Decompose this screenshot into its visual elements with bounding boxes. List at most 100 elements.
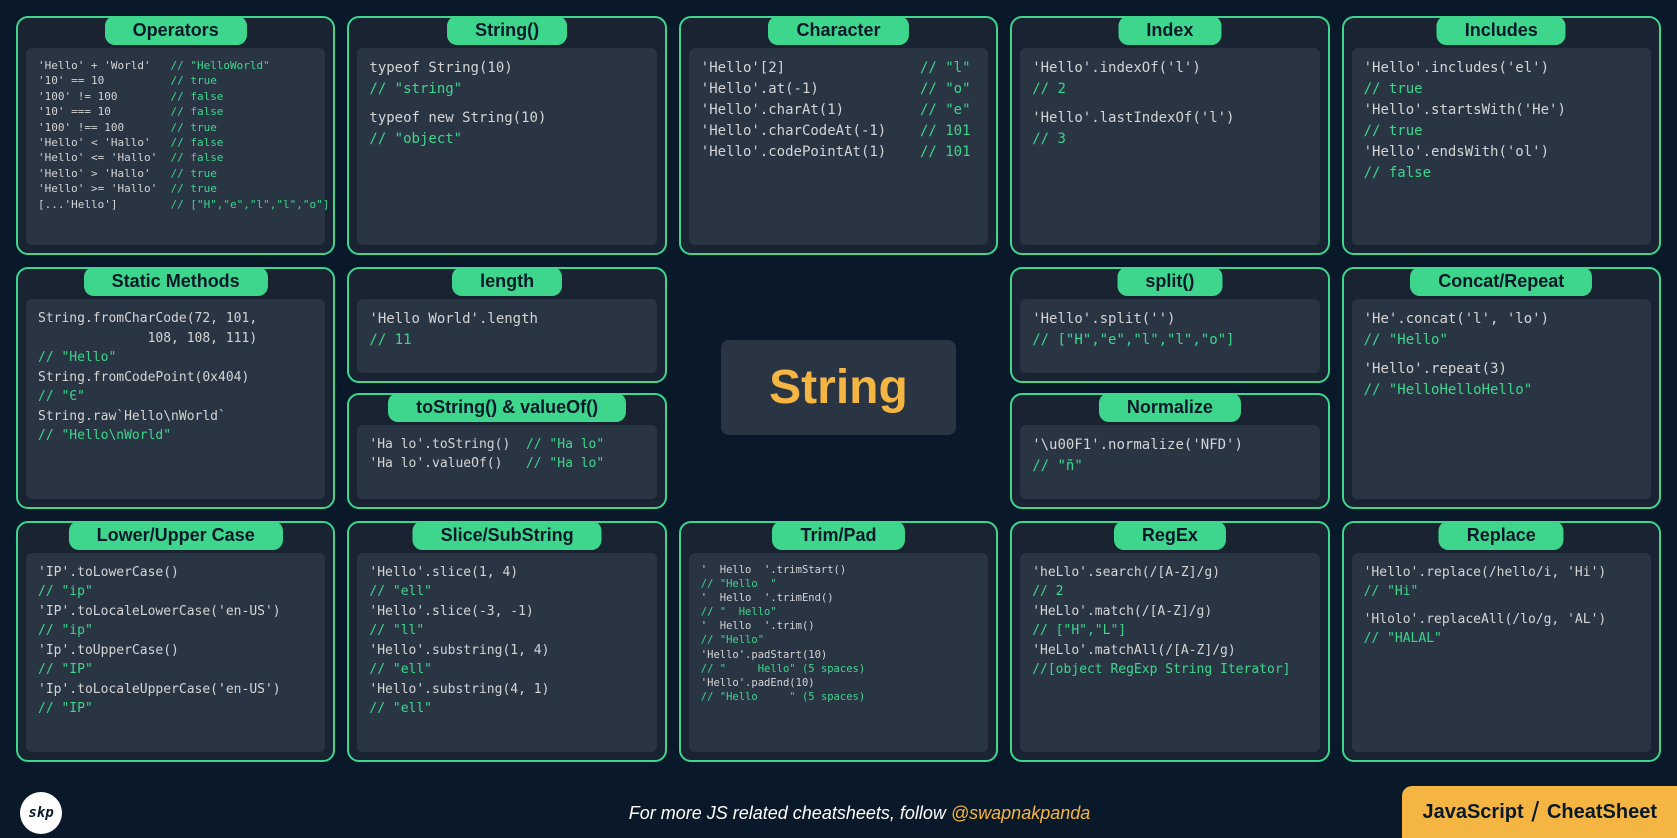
code-line: // true xyxy=(1364,79,1639,100)
card-title: Slice/SubString xyxy=(413,521,602,550)
footer: skp For more JS related cheatsheets, fol… xyxy=(0,788,1677,838)
card-title: Operators xyxy=(105,16,247,45)
code-line: // "string" xyxy=(369,79,644,100)
card-body: String.fromCharCode(72, 101, 108, 108, 1… xyxy=(26,299,325,498)
code-line: // "IP" xyxy=(38,699,313,719)
code-line: 'HeLlo'.matchAll(/[A-Z]/g) xyxy=(1032,641,1307,661)
card-body: 'IP'.toLowerCase()// "ip"'IP'.toLocaleLo… xyxy=(26,553,325,752)
code-line: // true xyxy=(1364,121,1639,142)
card-static-methods: Static Methods String.fromCharCode(72, 1… xyxy=(16,267,335,508)
code-line: // "object" xyxy=(369,129,644,150)
code-line: // "Hello" xyxy=(701,633,976,647)
card-string-ctor: String() typeof String(10)// "string"typ… xyxy=(347,16,666,255)
card-character: Character 'Hello'[2] // "l"'Hello'.at(-1… xyxy=(679,16,998,255)
code-line: // "ip" xyxy=(38,582,313,602)
code-line: // 3 xyxy=(1032,129,1307,150)
code-line: '100' != 100 // false xyxy=(38,89,313,104)
card-title: String() xyxy=(447,16,567,45)
author-logo: skp xyxy=(20,792,62,834)
code-line: // "Hello " xyxy=(701,577,976,591)
code-line: 'Hello'.replace(/hello/i, 'Hi') xyxy=(1364,563,1639,583)
code-line: 'Hello'.padStart(10) xyxy=(701,648,976,662)
code-line: // " Hello" xyxy=(701,605,976,619)
code-line: 'Hello' + 'World' // "HelloWorld" xyxy=(38,58,313,73)
card-title: Index xyxy=(1118,16,1221,45)
card-regex: RegEx 'heLlo'.search(/[A-Z]/g)// 2'HeLlo… xyxy=(1010,521,1329,762)
code-line: String.fromCodePoint(0x404) xyxy=(38,368,313,388)
main-title: String xyxy=(721,340,956,435)
card-body: ' Hello '.trimStart()// "Hello " ' Hello … xyxy=(689,553,988,752)
card-title: split() xyxy=(1117,267,1222,296)
code-line: 'Hello'.includes('el') xyxy=(1364,58,1639,79)
card-title: Static Methods xyxy=(84,267,268,296)
code-line: 'Hello'.indexOf('l') xyxy=(1032,58,1307,79)
card-concat: Concat/Repeat 'He'.concat('l', 'lo')// "… xyxy=(1342,267,1661,508)
card-operators: Operators 'Hello' + 'World' // "HelloWor… xyxy=(16,16,335,255)
code-line: // "Hello" xyxy=(38,348,313,368)
code-line: ' Hello '.trim() xyxy=(701,619,976,633)
card-length: length 'Hello World'.length// 11 xyxy=(347,267,666,383)
code-line: //[object RegExp String Iterator] xyxy=(1032,660,1307,680)
badge-slash: / xyxy=(1524,796,1547,827)
code-line: // "Є" xyxy=(38,387,313,407)
code-line: 'Hello'.lastIndexOf('l') xyxy=(1032,108,1307,129)
code-line: // "Hello" xyxy=(1364,330,1639,351)
code-line: // "ell" xyxy=(369,660,644,680)
card-body: 'Ha lo'.toString() // "Ha lo"'Ha lo'.val… xyxy=(357,425,656,499)
code-line: 'Ip'.toUpperCase() xyxy=(38,641,313,661)
code-line: 'Hello'.startsWith('He') xyxy=(1364,100,1639,121)
code-line: '\u00F1'.normalize('NFD') xyxy=(1032,435,1307,456)
code-line: 'He'.concat('l', 'lo') xyxy=(1364,309,1639,330)
card-body: 'Hello'.replace(/hello/i, 'Hi')// "Hi"'H… xyxy=(1352,553,1651,752)
card-body: typeof String(10)// "string"typeof new S… xyxy=(357,48,656,245)
code-line: 'Hello' < 'Hallo' // false xyxy=(38,135,313,150)
code-line: // " Hello" (5 spaces) xyxy=(701,662,976,676)
code-line: 'Ha lo'.toString() // "Ha lo" xyxy=(369,435,644,455)
code-line: 'Hello'.repeat(3) xyxy=(1364,359,1639,380)
card-split: split() 'Hello'.split('')// ["H","e","l"… xyxy=(1010,267,1329,383)
code-line: 'Hello'.substring(1, 4) xyxy=(369,641,644,661)
card-title: Includes xyxy=(1437,16,1566,45)
card-body: 'Hello'.indexOf('l')// 2 'Hello'.lastInde… xyxy=(1020,48,1319,245)
code-line: ' Hello '.trimStart() xyxy=(701,563,976,577)
code-line: // "ip" xyxy=(38,621,313,641)
card-title: Lower/Upper Case xyxy=(69,521,283,550)
card-slice: Slice/SubString 'Hello'.slice(1, 4)// "e… xyxy=(347,521,666,762)
footer-handle: @swapnakpanda xyxy=(951,803,1090,823)
code-line: 'Hello'.substring(4, 1) xyxy=(369,680,644,700)
code-line: // 2 xyxy=(1032,582,1307,602)
code-line: 'Hello' > 'Hallo' // true xyxy=(38,166,313,181)
footer-prefix: For more JS related cheatsheets, follow xyxy=(629,803,951,823)
card-case: Lower/Upper Case 'IP'.toLowerCase()// "i… xyxy=(16,521,335,762)
center-title-box: String xyxy=(679,267,998,508)
card-title: Normalize xyxy=(1099,393,1241,422)
code-line: 'IP'.toLocaleLowerCase('en-US') xyxy=(38,602,313,622)
card-title: toString() & valueOf() xyxy=(388,393,626,422)
card-body: 'Hello'.includes('el')// true'Hello'.sta… xyxy=(1352,48,1651,245)
code-line: typeof String(10) xyxy=(369,58,644,79)
brand-badge: JavaScript / CheatSheet xyxy=(1402,786,1677,838)
code-line: // ["H","e","l","l","o"] xyxy=(1032,330,1307,351)
code-line: // "IP" xyxy=(38,660,313,680)
code-line: // 11 xyxy=(369,330,644,351)
card-body: 'Hello'.slice(1, 4)// "ell"'Hello'.slice… xyxy=(357,553,656,752)
code-line: '10' == 10 // true xyxy=(38,73,313,88)
code-line: 'Hello'.codePointAt(1) // 101 xyxy=(701,142,976,163)
card-title: length xyxy=(452,267,562,296)
code-line: 'IP'.toLowerCase() xyxy=(38,563,313,583)
code-line: 'Hello'.slice(-3, -1) xyxy=(369,602,644,622)
code-line: 'heLlo'.search(/[A-Z]/g) xyxy=(1032,563,1307,583)
code-line: 'Ha lo'.valueOf() // "Ha lo" xyxy=(369,454,644,474)
card-title: Concat/Repeat xyxy=(1410,267,1592,296)
card-replace: Replace 'Hello'.replace(/hello/i, 'Hi')/… xyxy=(1342,521,1661,762)
card-body: 'Hello' + 'World' // "HelloWorld"'10' ==… xyxy=(26,48,325,245)
card-body: 'He'.concat('l', 'lo')// "Hello" 'Hello'.… xyxy=(1352,299,1651,498)
code-line: 'Hello' >= 'Hallo' // true xyxy=(38,181,313,196)
code-line: 'Hello'.endsWith('ol') xyxy=(1364,142,1639,163)
code-line: // 2 xyxy=(1032,79,1307,100)
badge-right: CheatSheet xyxy=(1547,801,1657,823)
card-tostring: toString() & valueOf() 'Ha lo'.toString(… xyxy=(347,393,666,509)
cheatsheet-grid: Operators 'Hello' + 'World' // "HelloWor… xyxy=(0,0,1677,778)
card-includes: Includes 'Hello'.includes('el')// true'H… xyxy=(1342,16,1661,255)
code-line: '10' === 10 // false xyxy=(38,104,313,119)
